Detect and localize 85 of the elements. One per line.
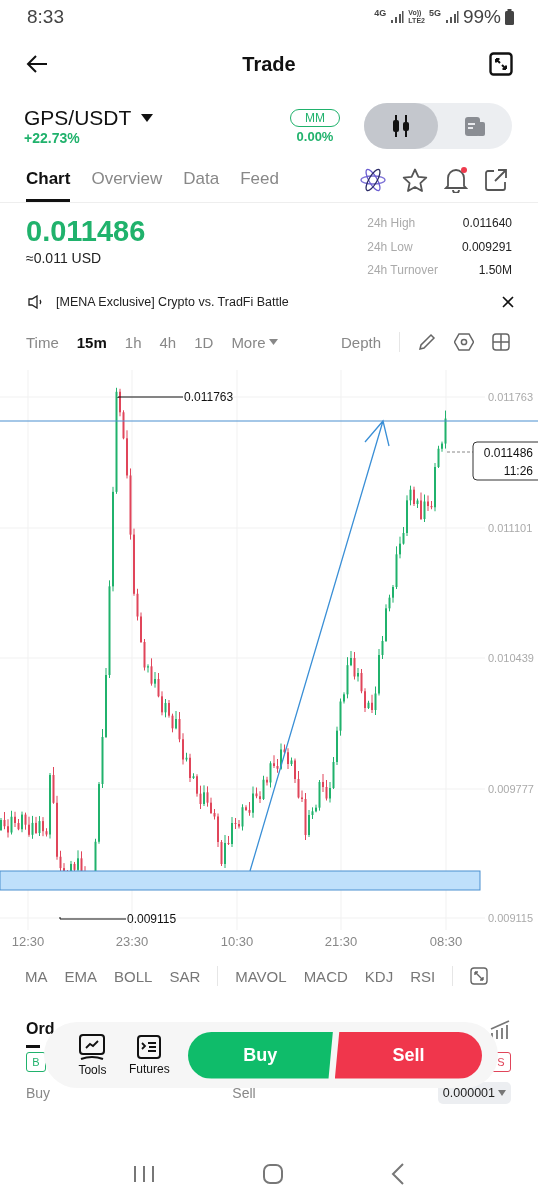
indicator-tab[interactable]: EMA bbox=[64, 967, 97, 985]
time-axis-label: 08:30 bbox=[429, 934, 463, 949]
countdown: 11:26 bbox=[503, 464, 533, 478]
column-heading: Buy bbox=[26, 1085, 51, 1101]
trend-arrow[interactable] bbox=[249, 419, 390, 872]
time-axis-label: 23:30 bbox=[115, 934, 149, 949]
indicator-tab[interactable]: MA bbox=[25, 967, 48, 985]
buy-button[interactable]: Buy bbox=[187, 1031, 333, 1079]
interval-tab[interactable]: 1D bbox=[194, 333, 214, 351]
stat-label: 24h Low bbox=[367, 238, 414, 256]
network-label: 5G bbox=[428, 8, 441, 18]
tab[interactable]: Data bbox=[183, 158, 220, 202]
close-icon[interactable] bbox=[502, 296, 514, 308]
recent-apps-icon[interactable] bbox=[133, 1165, 156, 1183]
stat-value: 1.50M bbox=[477, 262, 512, 280]
high-leader-line bbox=[117, 396, 184, 399]
announcement-text[interactable]: [MENA Exclusive] Crypto vs. TradFi Battle bbox=[56, 295, 490, 309]
document-icon bbox=[464, 115, 486, 137]
price-axis-label: 0.009115 bbox=[488, 912, 534, 924]
home-icon[interactable] bbox=[262, 1163, 284, 1185]
stat-value: 0.009291 bbox=[461, 238, 512, 256]
pair-symbol[interactable]: GPS/USDT bbox=[24, 106, 132, 130]
stat-label: 24h Turnover bbox=[367, 262, 438, 280]
bar-chart-icon[interactable] bbox=[489, 1019, 511, 1039]
column-heading: Sell bbox=[232, 1085, 256, 1101]
candles-view-button[interactable] bbox=[364, 103, 438, 149]
time-axis-label: 21:30 bbox=[324, 934, 358, 949]
last-price-value: 0.011486 bbox=[483, 446, 533, 460]
price-change: +22.73% bbox=[24, 130, 81, 146]
atom-icon[interactable] bbox=[360, 168, 386, 192]
bell-icon[interactable] bbox=[444, 167, 468, 193]
last-price: 0.011486 bbox=[26, 215, 146, 248]
battery-icon bbox=[505, 9, 514, 25]
caret-icon bbox=[268, 339, 278, 345]
indicator-tab[interactable]: KDJ bbox=[364, 967, 394, 985]
usd-price: ≈0.011 USD bbox=[26, 250, 103, 266]
network-label: 4G bbox=[374, 8, 387, 18]
indicator-tab[interactable]: SAR bbox=[169, 967, 201, 985]
interval-tab[interactable]: 4h bbox=[159, 333, 177, 351]
high-price-label: 0.011763 bbox=[184, 390, 234, 404]
star-icon[interactable] bbox=[402, 167, 428, 193]
indicator-tab[interactable]: BOLL bbox=[114, 967, 153, 985]
back-icon[interactable] bbox=[25, 54, 49, 74]
share-icon[interactable] bbox=[484, 168, 508, 192]
interval-tab[interactable]: 15m bbox=[76, 333, 107, 351]
futures-icon bbox=[136, 1034, 163, 1060]
tab[interactable]: Overview bbox=[91, 158, 163, 202]
stat-label: 24h High bbox=[367, 215, 417, 232]
futures-button[interactable]: Futures bbox=[120, 1034, 178, 1076]
battery-level: 99% bbox=[462, 6, 501, 28]
stat-value: 0.011640 bbox=[461, 215, 512, 232]
price-axis-label: 0.009777 bbox=[488, 783, 534, 795]
low-leader-line bbox=[59, 916, 127, 920]
chart-tools-icon bbox=[78, 1033, 107, 1061]
interval-tab[interactable]: 1h bbox=[124, 333, 142, 351]
time-axis-label: 10:30 bbox=[220, 934, 254, 949]
time-axis-label: 12:30 bbox=[11, 934, 45, 949]
signal-icon bbox=[390, 11, 405, 23]
interval-tab[interactable]: More bbox=[231, 333, 278, 351]
indicator-tab[interactable]: RSI bbox=[410, 967, 436, 985]
candlestick-icon bbox=[390, 114, 412, 138]
indicator-tab[interactable]: MACD bbox=[303, 967, 348, 985]
status-time: 8:33 bbox=[27, 6, 64, 28]
hexagon-settings-icon[interactable] bbox=[454, 333, 474, 351]
price-axis-label: 0.011763 bbox=[488, 391, 534, 403]
depth-tab[interactable]: Depth bbox=[340, 333, 381, 351]
signal-icon bbox=[444, 11, 459, 23]
grid-icon[interactable] bbox=[492, 333, 510, 351]
sell-button[interactable]: Sell bbox=[334, 1031, 482, 1079]
tab[interactable]: Feed bbox=[240, 158, 279, 202]
orders-tab[interactable]: Ord bbox=[26, 1020, 55, 1038]
tab[interactable]: Chart bbox=[26, 158, 71, 202]
indicator-tab[interactable]: MAVOL bbox=[235, 967, 287, 985]
caret-icon[interactable] bbox=[141, 114, 154, 122]
low-price-label: 0.009115 bbox=[127, 912, 177, 926]
price-axis-label: 0.011101 bbox=[488, 522, 533, 534]
pencil-icon[interactable] bbox=[418, 333, 436, 351]
page-title: Trade bbox=[242, 52, 296, 76]
tools-button[interactable]: Tools bbox=[64, 1033, 121, 1077]
expand-icon[interactable] bbox=[489, 52, 513, 76]
price-axis-label: 0.010439 bbox=[488, 652, 534, 664]
mm-value: 0.00% bbox=[296, 128, 334, 144]
interval-tab[interactable]: Time bbox=[26, 333, 59, 351]
speaker-icon bbox=[28, 295, 44, 309]
caret-icon bbox=[498, 1090, 506, 1096]
